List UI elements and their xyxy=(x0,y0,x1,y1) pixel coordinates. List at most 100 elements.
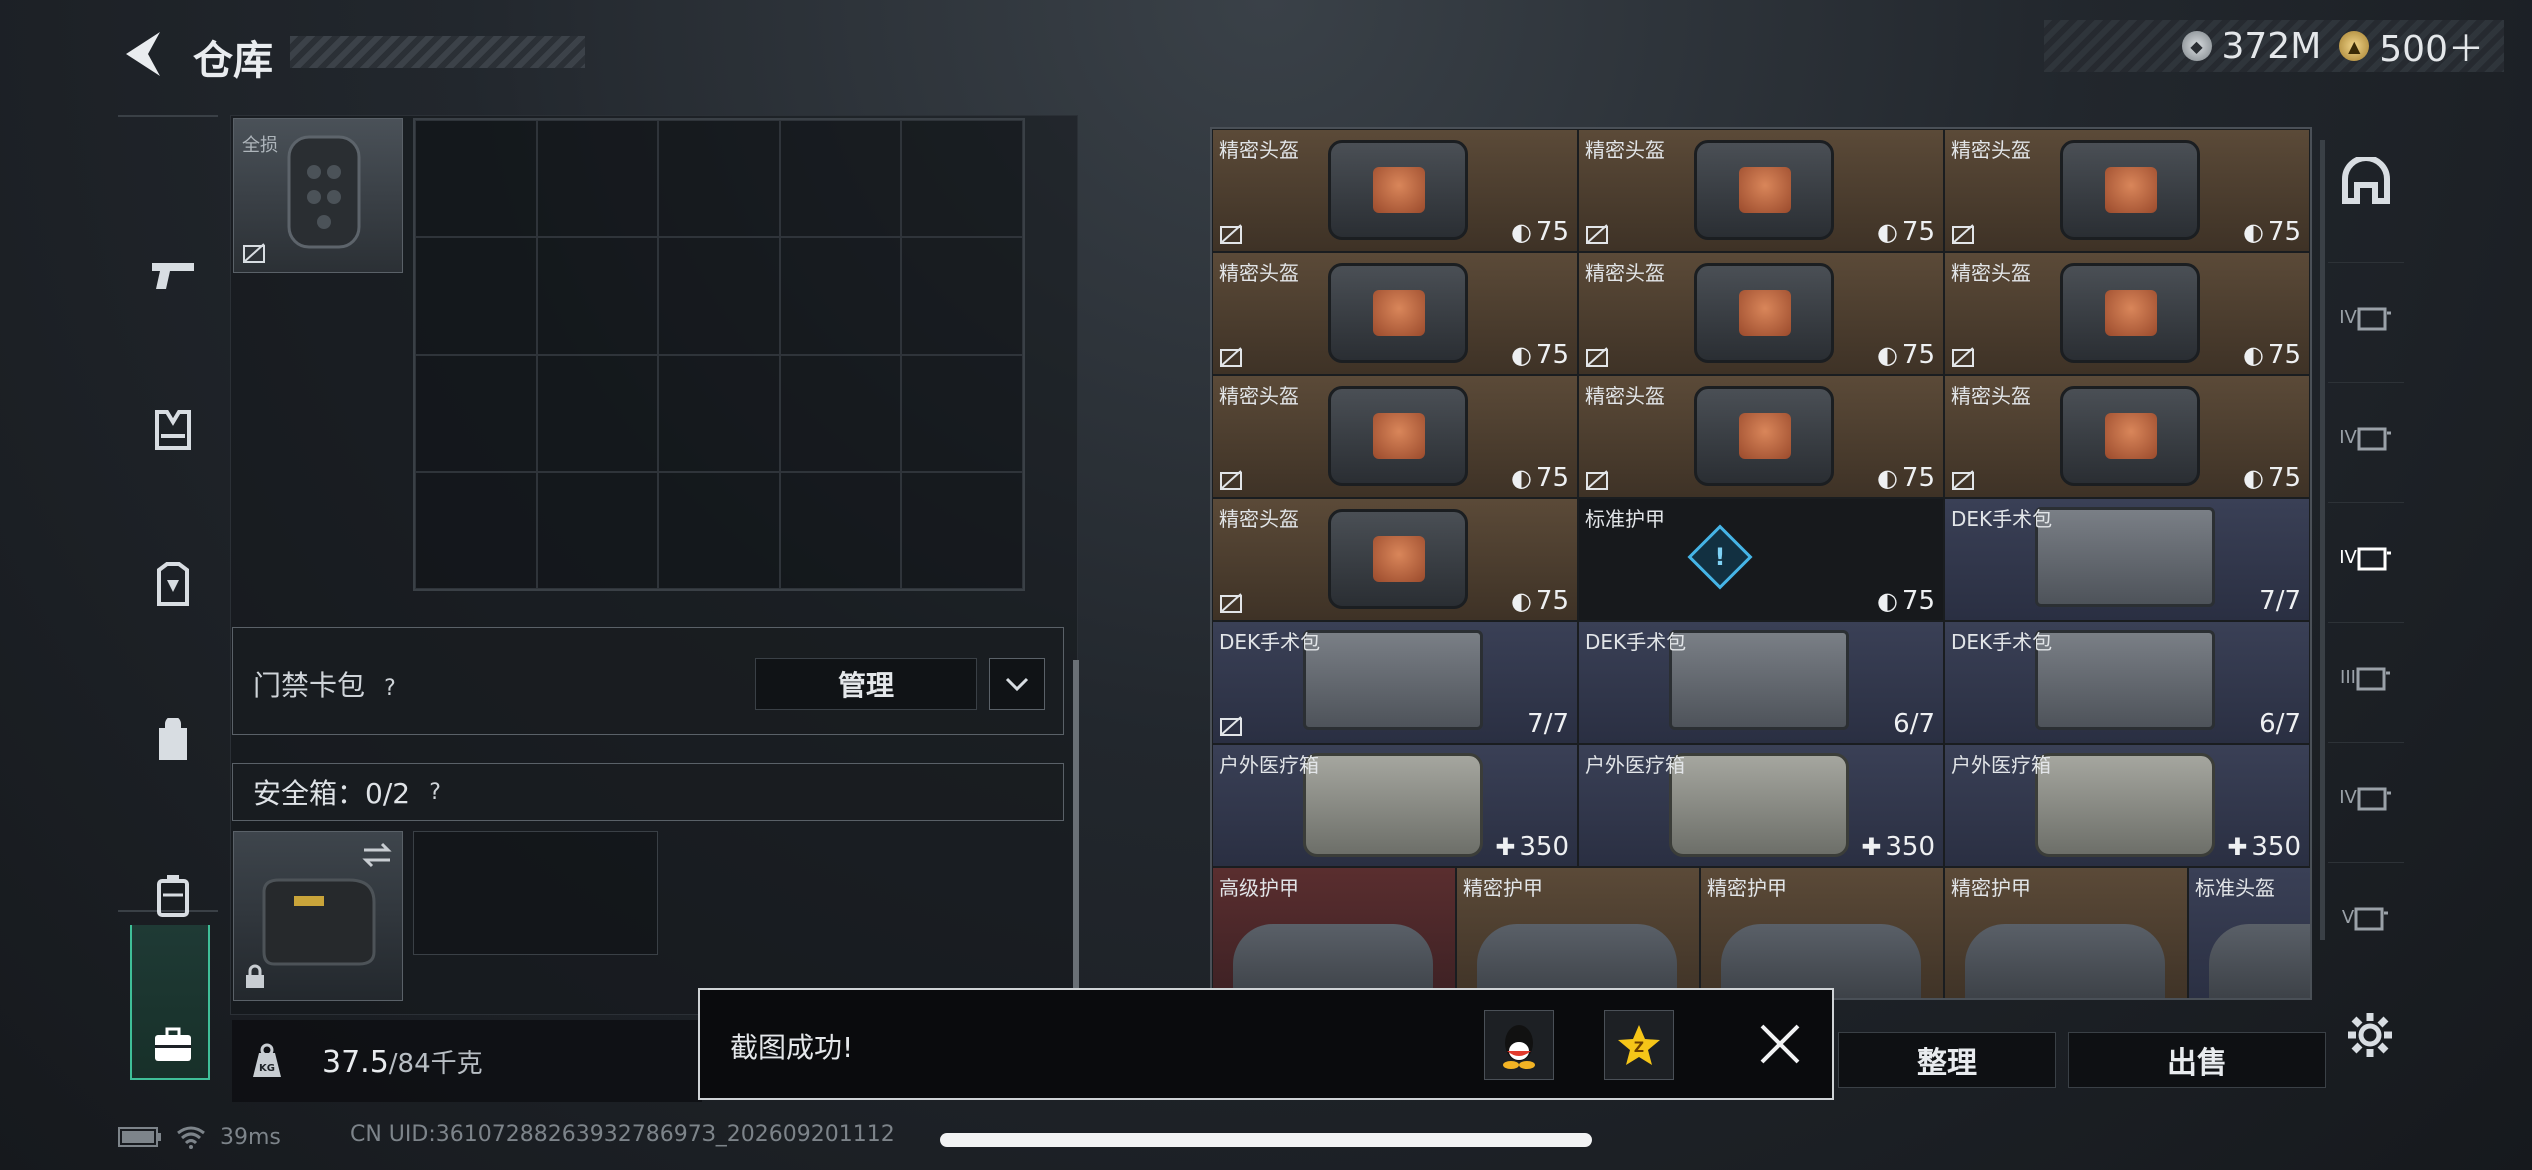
armor-tab-icon[interactable] xyxy=(128,540,218,630)
storage-item[interactable]: 精密护甲 xyxy=(1456,867,1700,998)
case-tab-icon[interactable] xyxy=(128,1000,218,1090)
item-name: 标准护甲 xyxy=(1585,507,1665,531)
tier-tab[interactable]: V xyxy=(2328,862,2404,972)
help-icon[interactable]: ? xyxy=(420,777,450,807)
tier-tab[interactable]: IV xyxy=(2328,382,2404,492)
equipped-backpack[interactable]: 全损 xyxy=(233,118,403,273)
grid-slot[interactable] xyxy=(901,237,1023,355)
grid-slot[interactable] xyxy=(658,237,780,355)
storage-item[interactable]: 精密头盔 ◐ 75 xyxy=(1944,375,2310,498)
item-value-text: 350 xyxy=(1885,832,1935,862)
gear-category-icon xyxy=(2356,667,2390,690)
chevron-down-icon[interactable] xyxy=(989,658,1045,710)
sell-button[interactable]: 出售 xyxy=(2068,1032,2326,1088)
left-scrollbar[interactable] xyxy=(1073,660,1079,1000)
gold-currency[interactable]: ▲ 500＋ xyxy=(2339,20,2484,72)
storage-scrollbar[interactable] xyxy=(2320,140,2325,940)
grid-slot[interactable] xyxy=(901,471,1023,589)
item-name: 精密护甲 xyxy=(1951,876,2031,900)
storage-item[interactable]: DEK手术包 7/7 xyxy=(1944,498,2310,621)
grid-slot[interactable] xyxy=(415,354,537,472)
container-tab-icon[interactable] xyxy=(128,850,218,940)
grid-slot[interactable] xyxy=(779,354,902,472)
no-insure-icon xyxy=(1586,224,1608,244)
all-items-tab-icon[interactable] xyxy=(2328,127,2404,237)
grid-slot[interactable] xyxy=(901,120,1023,238)
storage-item[interactable]: 精密头盔 ◐ 75 xyxy=(1212,375,1578,498)
grid-slot[interactable] xyxy=(658,354,780,472)
manage-button[interactable]: 管理 xyxy=(755,658,977,710)
tier-tab[interactable]: IV xyxy=(2328,742,2404,852)
safe-box-item[interactable] xyxy=(233,831,403,1001)
weight-icon: KG xyxy=(232,1020,302,1102)
no-insure-icon xyxy=(1586,470,1608,490)
storage-item[interactable]: 精密头盔 ◐ 75 xyxy=(1944,129,2310,252)
storage-item[interactable]: 精密头盔 ◐ 75 xyxy=(1578,252,1944,375)
backpack-grid xyxy=(413,118,1025,591)
shield-icon: ◐ xyxy=(2242,341,2264,369)
storage-item[interactable]: DEK手术包 7/7 xyxy=(1212,621,1578,744)
item-name: 户外医疗箱 xyxy=(1951,753,2051,777)
organize-button[interactable]: 整理 xyxy=(1838,1032,2056,1088)
grid-slot[interactable] xyxy=(658,120,780,238)
grid-slot[interactable] xyxy=(415,237,537,355)
storage-item[interactable]: 精密护甲 xyxy=(1700,867,1944,998)
storage-item[interactable]: DEK手术包 6/7 xyxy=(1944,621,2310,744)
home-indicator[interactable] xyxy=(940,1133,1592,1147)
safe-box-empty-slot[interactable] xyxy=(413,831,658,955)
grid-slot[interactable] xyxy=(536,237,659,355)
tier-label: V xyxy=(2341,907,2355,928)
grid-slot[interactable] xyxy=(536,354,659,472)
grid-slot[interactable] xyxy=(901,354,1023,472)
currency-bar: ◆ 372M ▲ 500＋ xyxy=(2044,20,2504,72)
storage-item[interactable]: DEK手术包 6/7 xyxy=(1578,621,1944,744)
svg-text:Z: Z xyxy=(1634,1040,1644,1056)
settings-gear-icon[interactable] xyxy=(2345,1010,2395,1060)
first-aid-kit-icon xyxy=(1669,630,1849,730)
tier-tab[interactable]: III xyxy=(2328,622,2404,732)
item-value-text: 75 xyxy=(2267,217,2301,247)
shield-icon: ◐ xyxy=(2242,218,2264,246)
storage-item[interactable]: 精密护甲 xyxy=(1944,867,2188,998)
item-value: ◐ 75 xyxy=(2243,463,2301,493)
helmet-image-icon xyxy=(2060,386,2200,486)
grid-slot[interactable] xyxy=(779,120,902,238)
storage-item[interactable]: 精密头盔 ◐ 75 xyxy=(1578,375,1944,498)
close-icon[interactable] xyxy=(1754,1018,1806,1070)
qq-share-icon[interactable] xyxy=(1484,1010,1554,1080)
grid-slot[interactable] xyxy=(536,120,659,238)
storage-item[interactable]: 户外医疗箱 ✚ 350 xyxy=(1944,744,2310,867)
storage-item[interactable]: 精密头盔 ◐ 75 xyxy=(1944,252,2310,375)
item-value-text: 7/7 xyxy=(1527,709,1569,739)
unknown-item-icon: ! xyxy=(1687,524,1753,590)
item-value: ✚ 350 xyxy=(1495,832,1569,862)
storage-item[interactable]: 精密头盔 ◐ 75 xyxy=(1212,129,1578,252)
tier-tab[interactable]: IV xyxy=(2328,262,2404,372)
storage-item[interactable]: 精密头盔 ◐ 75 xyxy=(1212,498,1578,621)
battery-icon xyxy=(118,1127,161,1147)
tier-tab[interactable]: IV xyxy=(2328,502,2404,612)
back-arrow-icon[interactable] xyxy=(118,26,168,82)
storage-item[interactable]: 标准头盔 xyxy=(2188,867,2310,998)
grid-slot[interactable] xyxy=(658,471,780,589)
left-nav xyxy=(118,115,218,1090)
storage-item[interactable]: 高级护甲 xyxy=(1212,867,1456,998)
item-value-text: 6/7 xyxy=(2259,709,2301,739)
grid-slot[interactable] xyxy=(415,120,537,238)
grid-slot[interactable] xyxy=(779,237,902,355)
storage-item[interactable]: ! 标准护甲 ◐ 75 xyxy=(1578,498,1944,621)
storage-item[interactable]: 户外医疗箱 ✚ 350 xyxy=(1578,744,1944,867)
swap-icon[interactable] xyxy=(362,842,392,868)
help-icon[interactable]: ? xyxy=(375,674,405,704)
backpack-tab-icon[interactable] xyxy=(128,695,218,785)
vest-tab-icon[interactable] xyxy=(128,385,218,475)
storage-item[interactable]: 户外医疗箱 ✚ 350 xyxy=(1212,744,1578,867)
grid-slot[interactable] xyxy=(415,471,537,589)
qzone-share-icon[interactable]: Z xyxy=(1604,1010,1674,1080)
grid-slot[interactable] xyxy=(536,471,659,589)
weapon-tab-icon[interactable] xyxy=(128,230,218,320)
storage-item[interactable]: 精密头盔 ◐ 75 xyxy=(1212,252,1578,375)
storage-item[interactable]: 精密头盔 ◐ 75 xyxy=(1578,129,1944,252)
safe-box-row: 安全箱：0/2 ? xyxy=(232,763,1064,821)
grid-slot[interactable] xyxy=(779,471,902,589)
